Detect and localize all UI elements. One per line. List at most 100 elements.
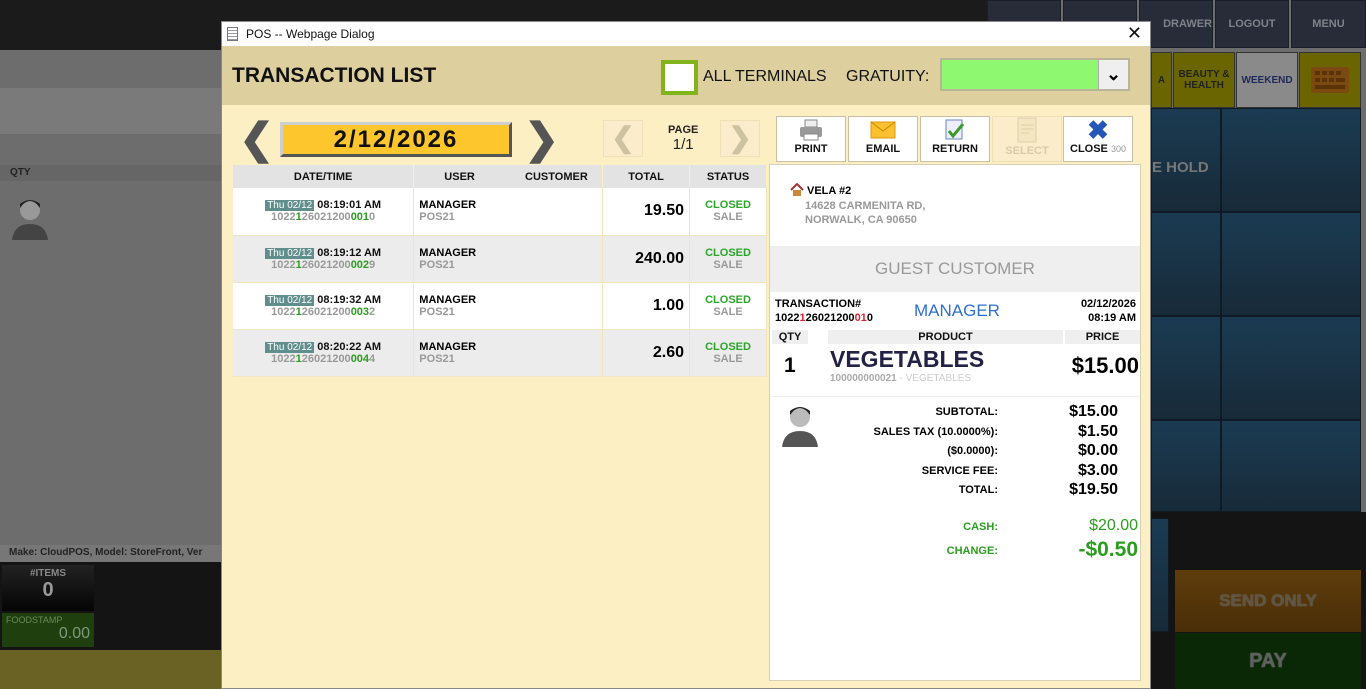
tile[interactable] bbox=[1151, 518, 1169, 632]
items-label: #ITEMS bbox=[2, 568, 94, 579]
prev-page-button[interactable]: ❮ bbox=[603, 120, 643, 157]
col-status: STATUS bbox=[690, 165, 767, 188]
email-button[interactable]: EMAIL bbox=[848, 116, 918, 162]
receipt-date: 02/12/2026 bbox=[1081, 297, 1136, 311]
change-label: CHANGE: bbox=[770, 545, 998, 557]
item-name[interactable]: VEGETABLES bbox=[830, 346, 984, 373]
tile[interactable] bbox=[1151, 212, 1221, 316]
time: 08:19:12 AM bbox=[317, 247, 381, 259]
customer-name[interactable]: GUEST CUSTOMER bbox=[770, 246, 1140, 292]
cell-customer bbox=[511, 235, 603, 282]
time: 08:20:22 AM bbox=[317, 341, 381, 353]
send-only-button[interactable]: SEND ONLY bbox=[1175, 570, 1361, 632]
select-button[interactable]: SELECT bbox=[992, 116, 1062, 162]
cell-user: MANAGERPOS21 bbox=[414, 329, 511, 376]
hold-button[interactable]: E HOLD bbox=[1151, 108, 1221, 212]
transaction-number: TRANSACTION#1022126021200010 bbox=[775, 297, 873, 325]
day-badge: Thu 02/12 bbox=[265, 248, 314, 259]
page-title: TRANSACTION LIST bbox=[232, 64, 436, 88]
col-qty: QTY bbox=[772, 330, 808, 344]
close-window-icon[interactable]: ✕ bbox=[1127, 23, 1142, 44]
address-line-1: 14628 CARMENITA RD, bbox=[805, 199, 925, 213]
cell-user: MANAGERPOS21 bbox=[414, 235, 511, 282]
logout-button[interactable]: LOGOUT bbox=[1215, 0, 1289, 48]
print-label: PRINT bbox=[777, 143, 845, 155]
terminal: POS21 bbox=[419, 353, 510, 365]
total-row: SUBTOTAL:$15.00 bbox=[770, 403, 1118, 423]
day-badge: Thu 02/12 bbox=[265, 342, 314, 353]
document-icon bbox=[227, 27, 238, 41]
tile[interactable] bbox=[1221, 212, 1361, 316]
print-button[interactable]: PRINT bbox=[776, 116, 846, 162]
return-label: RETURN bbox=[921, 143, 989, 155]
envelope-icon bbox=[870, 121, 896, 139]
table-row[interactable]: Thu 02/12 08:19:32 AM10221260212000032 M… bbox=[233, 282, 767, 329]
cash-value: $20.00 bbox=[1018, 517, 1138, 535]
tile[interactable] bbox=[1221, 420, 1361, 512]
store-address: 14628 CARMENITA RD,NORWALK, CA 90650 bbox=[805, 199, 925, 227]
user-name: MANAGER bbox=[419, 294, 510, 306]
terminal: POS21 bbox=[419, 211, 510, 223]
terminal: POS21 bbox=[419, 259, 510, 271]
cell-total: 2.60 bbox=[603, 329, 690, 376]
return-button[interactable]: RETURN bbox=[920, 116, 990, 162]
tile[interactable] bbox=[1221, 108, 1361, 212]
cell-status: CLOSEDSALE bbox=[690, 235, 767, 282]
next-date-button[interactable]: ❯ bbox=[524, 118, 559, 160]
foodstamp-label: FOODSTAMP bbox=[6, 615, 90, 625]
pay-button[interactable]: PAY bbox=[1175, 633, 1361, 689]
prev-date-button[interactable]: ❮ bbox=[239, 118, 274, 160]
transaction-id: 10221260212000010 bbox=[233, 211, 413, 223]
cell-user: MANAGERPOS21 bbox=[414, 282, 511, 329]
table-row[interactable]: Thu 02/12 08:19:12 AM10221260212000029 M… bbox=[233, 235, 767, 282]
gratuity-select[interactable]: ⌄ bbox=[940, 58, 1130, 91]
change-value: -$0.50 bbox=[1018, 538, 1138, 562]
tile[interactable] bbox=[1151, 420, 1221, 512]
close-x-icon: ✖ bbox=[1064, 117, 1132, 143]
item-qty: 1 bbox=[784, 354, 796, 378]
cashier-name: MANAGER bbox=[914, 301, 1000, 321]
total-label: SERVICE FEE: bbox=[770, 462, 998, 482]
store-name: VELA #2 bbox=[807, 185, 851, 197]
customer-avatar-icon[interactable] bbox=[12, 194, 48, 240]
transaction-list-dialog: POS -- Webpage Dialog ✕ TRANSACTION LIST… bbox=[221, 21, 1151, 689]
cell-status: CLOSEDSALE bbox=[690, 329, 767, 376]
keyboard-button[interactable] bbox=[1299, 52, 1361, 108]
menu-button[interactable]: MENU bbox=[1291, 0, 1366, 48]
category-beauty-health[interactable]: BEAUTY & HEALTH bbox=[1173, 52, 1235, 108]
select-label: SELECT bbox=[993, 145, 1061, 157]
cell-status: CLOSEDSALE bbox=[690, 282, 767, 329]
dialog-titlebar: POS -- Webpage Dialog bbox=[222, 22, 1150, 46]
col-customer: CUSTOMER bbox=[511, 165, 603, 188]
items-value: 0 bbox=[2, 579, 94, 602]
next-page-button[interactable]: ❯ bbox=[720, 120, 760, 157]
total-row: SERVICE FEE:$3.00 bbox=[770, 462, 1118, 482]
close-countdown: 300 bbox=[1111, 144, 1126, 154]
qty-header: QTY bbox=[0, 165, 221, 181]
transaction-id: 10221260212000044 bbox=[233, 353, 413, 365]
foodstamp-box: FOODSTAMP0.00 bbox=[2, 613, 94, 647]
cell-total: 19.50 bbox=[603, 188, 690, 235]
user-name: MANAGER bbox=[419, 247, 510, 259]
date-field[interactable]: 2/12/2026 bbox=[280, 122, 512, 157]
type: SALE bbox=[690, 306, 766, 318]
tile[interactable] bbox=[1151, 316, 1221, 420]
type: SALE bbox=[690, 211, 766, 223]
transaction-id: 10221260212000032 bbox=[233, 306, 413, 318]
all-terminals-checkbox[interactable] bbox=[661, 60, 698, 95]
table-row[interactable]: Thu 02/12 08:19:01 AM10221260212000010 M… bbox=[233, 188, 767, 235]
category-weekend[interactable]: WEEKEND bbox=[1236, 52, 1298, 108]
cell-user: MANAGERPOS21 bbox=[414, 188, 511, 235]
printer-icon bbox=[799, 119, 823, 141]
all-terminals-label[interactable]: ALL TERMINALS bbox=[703, 68, 827, 86]
category-button-partial[interactable]: A bbox=[1151, 52, 1172, 108]
close-button[interactable]: ✖CLOSE 300 bbox=[1063, 116, 1133, 162]
tile[interactable] bbox=[1221, 316, 1361, 420]
gratuity-label: GRATUITY: bbox=[846, 68, 929, 86]
chevron-down-icon[interactable]: ⌄ bbox=[1098, 60, 1128, 89]
cell-datetime: Thu 02/12 08:19:12 AM10221260212000029 bbox=[233, 235, 414, 282]
total-row: ($0.0000):$0.00 bbox=[770, 442, 1118, 462]
foodstamp-value: 0.00 bbox=[6, 625, 90, 643]
col-user: USER bbox=[414, 165, 511, 188]
table-row[interactable]: Thu 02/12 08:20:22 AM10221260212000044 M… bbox=[233, 329, 767, 376]
